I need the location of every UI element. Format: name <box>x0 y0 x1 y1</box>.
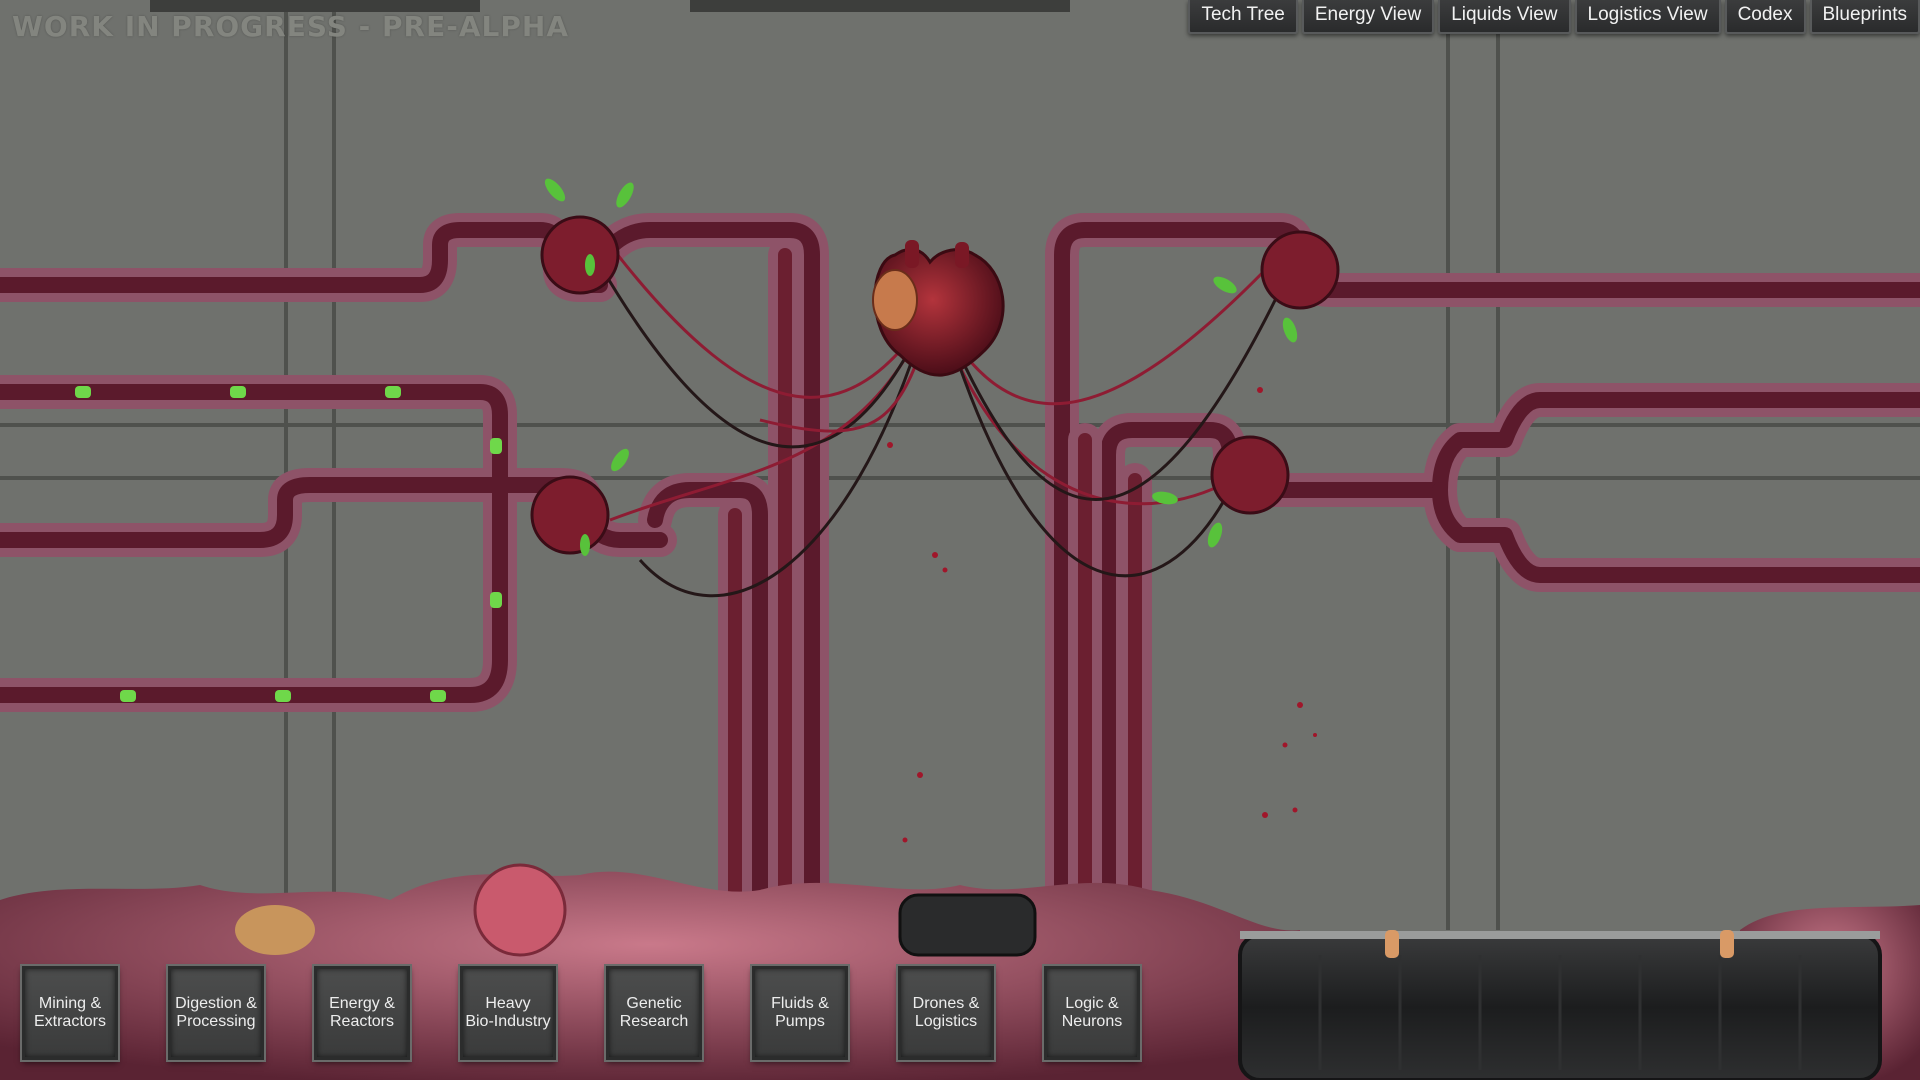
category-heavy-bio-industry[interactable]: Heavy Bio-Industry <box>458 964 558 1062</box>
category-label: Drones & Logistics <box>912 995 980 1030</box>
category-energy-reactors[interactable]: Energy & Reactors <box>312 964 412 1062</box>
category-label: Genetic Research <box>619 995 689 1030</box>
category-drones-logistics[interactable]: Drones & Logistics <box>896 964 996 1062</box>
category-label: Heavy Bio-Industry <box>465 995 551 1030</box>
category-label: Mining & Extractors <box>33 995 106 1030</box>
tech-tree-button[interactable]: Tech Tree <box>1188 0 1298 34</box>
category-label: Digestion & Processing <box>175 995 257 1030</box>
build-category-bar: Mining & Extractors Digestion & Processi… <box>18 964 1158 1066</box>
category-label: Logic & Neurons <box>1061 995 1123 1030</box>
wall-top-frame <box>150 0 1070 12</box>
category-label: Fluids & Pumps <box>771 995 829 1030</box>
wall-grid <box>0 0 1920 930</box>
category-label: Energy & Reactors <box>329 995 395 1030</box>
logistics-view-button[interactable]: Logistics View <box>1574 0 1721 34</box>
codex-button[interactable]: Codex <box>1724 0 1806 34</box>
category-mining-extractors[interactable]: Mining & Extractors <box>20 964 120 1062</box>
liquids-view-button[interactable]: Liquids View <box>1438 0 1571 34</box>
category-fluids-pumps[interactable]: Fluids & Pumps <box>750 964 850 1062</box>
game-scene[interactable] <box>0 0 1920 1080</box>
heart-organ <box>872 240 1005 377</box>
blueprints-button[interactable]: Blueprints <box>1809 0 1920 34</box>
view-toolbar: Tech Tree Energy View Liquids View Logis… <box>1188 0 1920 34</box>
category-digestion-processing[interactable]: Digestion & Processing <box>166 964 266 1062</box>
category-genetic-research[interactable]: Genetic Research <box>604 964 704 1062</box>
energy-view-button[interactable]: Energy View <box>1301 0 1435 34</box>
category-logic-neurons[interactable]: Logic & Neurons <box>1042 964 1142 1062</box>
